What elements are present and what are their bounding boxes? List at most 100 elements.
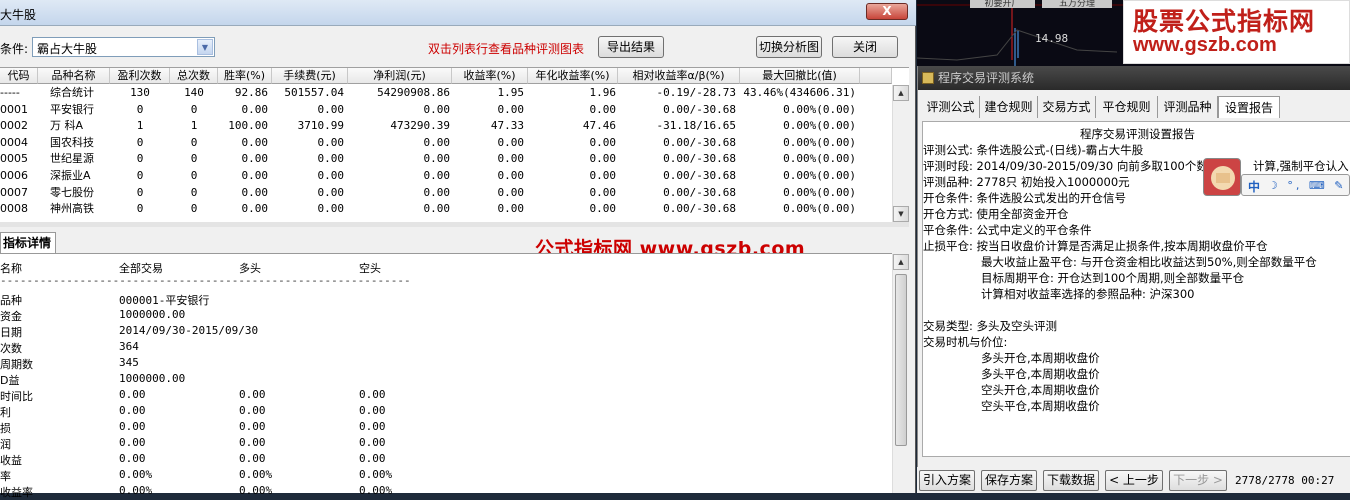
ime-icons[interactable]: ☽ °, ⌨ ✎ <box>1268 179 1346 192</box>
switch-chart-button[interactable]: 切换分析图 <box>756 36 822 58</box>
col-header-wins[interactable]: 盈利次数 <box>110 68 170 84</box>
col-header-fee[interactable]: 手续费(元) <box>272 68 348 84</box>
window-title: 大牛股 <box>0 8 37 22</box>
tab-open-rules[interactable]: 建仓规则 <box>980 96 1038 118</box>
results-table: 代码 品种名称 盈利次数 总次数 胜率(%) 手续费(元) 净利润(元) 收益率… <box>0 67 909 222</box>
site-logo-url: www.gszb.com <box>1133 34 1277 56</box>
detail-cell: 率 <box>0 470 11 483</box>
table-scrollbar[interactable]: ▲ ▼ <box>892 85 909 222</box>
right-window-titlebar[interactable]: 程序交易评测系统 <box>918 66 1350 90</box>
tab-report[interactable]: 设置报告 <box>1218 96 1280 118</box>
col-header-relative[interactable]: 相对收益率α/β(%) <box>618 68 740 84</box>
splitter[interactable] <box>0 222 909 227</box>
col-header-winrate[interactable]: 胜率(%) <box>218 68 272 84</box>
table-cell: 0.00 <box>497 185 525 199</box>
tab-trade-mode[interactable]: 交易方式 <box>1038 96 1096 118</box>
settings-tabs: 评测公式 建仓规则 交易方式 平仓规则 评测品种 设置报告 <box>918 96 1350 118</box>
table-cell: 0.00/-30.68 <box>663 169 736 182</box>
detail-cell: 0.00 <box>239 452 266 465</box>
tab-close-rules[interactable]: 平仓规则 <box>1096 96 1158 118</box>
condition-value: 霸占大牛股 <box>37 42 98 56</box>
ime-chinese-mode[interactable]: 中 <box>1248 178 1260 195</box>
detail-separator: ----------------------------------------… <box>0 274 410 287</box>
report-line: 空头平仓,本周期收盘价 <box>981 399 1100 413</box>
col-header-profit[interactable]: 净利润(元) <box>348 68 452 84</box>
table-cell: 0.00 <box>241 102 269 116</box>
detail-cell: 日期 <box>0 326 22 339</box>
table-cell: 0.00 <box>241 152 269 166</box>
table-cell: 0.00 <box>241 202 269 216</box>
detail-cell: 损 <box>0 422 11 435</box>
scroll-up-icon[interactable]: ▲ <box>893 254 909 270</box>
table-cell: 0.00 <box>423 152 451 166</box>
table-cell: 0.00 <box>423 102 451 116</box>
col-header-annual[interactable]: 年化收益率(%) <box>528 68 618 84</box>
detail-cell: 0.00% <box>119 468 153 481</box>
table-cell: 0.00%(0.00) <box>783 185 856 199</box>
table-cell: 0.00 <box>589 169 617 182</box>
next-step-button[interactable]: 下一步 > <box>1169 470 1227 491</box>
table-cell: -31.18/16.65 <box>656 119 736 133</box>
col-header-blank <box>860 68 892 84</box>
table-cell: 47.46 <box>582 119 616 133</box>
report-line: 目标周期平仓: 开仓达到100个周期,则全部数量平仓 <box>981 271 1245 285</box>
detail-scrollbar[interactable]: ▲ <box>892 254 909 493</box>
table-row[interactable]: 0001 平安银行 0 0 0.00 0.00 0.00 0.00 0.00 0.00/-30.6… <box>0 102 890 119</box>
report-line: 计算相对收益率选择的参照品种: 沪深300 <box>981 287 1195 301</box>
table-row[interactable]: 0006 深振业A 0 0 0.00 0.00 0.00 0.00 0.00 0.00/-30.6… <box>0 168 890 185</box>
table-cell: 0.00%(0.00) <box>783 152 856 166</box>
table-cell: 0006 <box>0 169 28 182</box>
table-cell: 0.00%(0.00) <box>783 135 856 149</box>
detail-cell: 品种 <box>0 294 22 307</box>
ime-avatar-icon[interactable] <box>1203 158 1241 196</box>
window-close-button[interactable]: X <box>866 3 908 20</box>
prev-step-button[interactable]: < 上一步 <box>1105 470 1163 491</box>
chevron-down-icon[interactable]: ▼ <box>197 39 213 55</box>
report-line: 开仓条件: 条件选股公式发出的开仓信号 <box>923 191 1127 205</box>
download-data-button[interactable]: 下载数据 <box>1043 470 1099 491</box>
window-titlebar[interactable]: 大牛股 X <box>0 0 916 26</box>
detail-cell: 资金 <box>0 310 22 323</box>
scroll-down-icon[interactable]: ▼ <box>893 206 909 222</box>
col-header-drawdown[interactable]: 最大回撤比(值) <box>740 68 860 84</box>
detail-cell: 0.00 <box>119 452 146 465</box>
report-line: 止损平仓: 按当日收盘价计算是否满足止损条件,按本周期收盘价平仓 <box>923 239 1268 253</box>
close-button[interactable]: 关闭 <box>832 36 898 58</box>
table-cell: ----- <box>0 86 20 99</box>
table-cell: 0.00%(0.00) <box>783 119 856 133</box>
table-cell: 0 <box>136 185 144 199</box>
right-window-title: 程序交易评测系统 <box>938 71 1035 85</box>
detail-cell: 利 <box>0 406 11 419</box>
table-cell: 0.00 <box>589 202 617 216</box>
table-cell: 47.33 <box>490 119 524 133</box>
table-cell: 92.86 <box>234 86 268 99</box>
detail-cell: 0.00% <box>359 468 393 481</box>
scroll-thumb[interactable] <box>895 274 907 446</box>
table-row[interactable]: 0005 世纪星源 0 0 0.00 0.00 0.00 0.00 0.00 0.00/-30.6… <box>0 151 890 168</box>
table-cell: 深振业A <box>50 169 91 182</box>
col-header-return[interactable]: 收益率(%) <box>452 68 528 84</box>
col-header-total[interactable]: 总次数 <box>170 68 218 84</box>
export-button[interactable]: 导出结果 <box>598 36 664 58</box>
chart-tab-2[interactable]: 五万分理 <box>1042 0 1112 8</box>
col-header-code[interactable]: 代码 <box>0 68 38 84</box>
table-row[interactable]: 0004 国农科技 0 0 0.00 0.00 0.00 0.00 0.00 0.00/-30.6… <box>0 135 890 152</box>
tab-indicator-detail[interactable]: 指标详情 <box>0 232 56 253</box>
ime-toolbar[interactable]: 中 ☽ °, ⌨ ✎ <box>1203 158 1350 198</box>
detail-cell: 0.00 <box>359 452 386 465</box>
table-row[interactable]: ----- 综合统计 130 140 92.86 501557.04 54290908.86… <box>0 85 890 102</box>
save-plan-button[interactable]: 保存方案 <box>981 470 1037 491</box>
tab-formula[interactable]: 评测公式 <box>922 96 980 118</box>
import-plan-button[interactable]: 引入方案 <box>919 470 975 491</box>
scroll-up-icon[interactable]: ▲ <box>893 85 909 101</box>
ime-bar[interactable]: 中 ☽ °, ⌨ ✎ <box>1241 174 1350 196</box>
condition-select[interactable]: 霸占大牛股 ▼ <box>32 37 215 57</box>
table-row[interactable]: 0007 零七股份 0 0 0.00 0.00 0.00 0.00 0.00 0.00/-30.6… <box>0 185 890 202</box>
tab-symbols[interactable]: 评测品种 <box>1158 96 1218 118</box>
table-row[interactable]: 0008 神州高铁 0 0 0.00 0.00 0.00 0.00 0.00 0.00/-30.6… <box>0 201 890 218</box>
col-header-name[interactable]: 品种名称 <box>38 68 110 84</box>
chart-tab-1[interactable]: 初要开厂 <box>970 0 1035 8</box>
table-cell: 0.00 <box>317 135 345 149</box>
table-cell: 0.00 <box>423 135 451 149</box>
table-row[interactable]: 0002 万 科A 1 1 100.00 3710.99 473290.39 47.33 47.… <box>0 118 890 135</box>
